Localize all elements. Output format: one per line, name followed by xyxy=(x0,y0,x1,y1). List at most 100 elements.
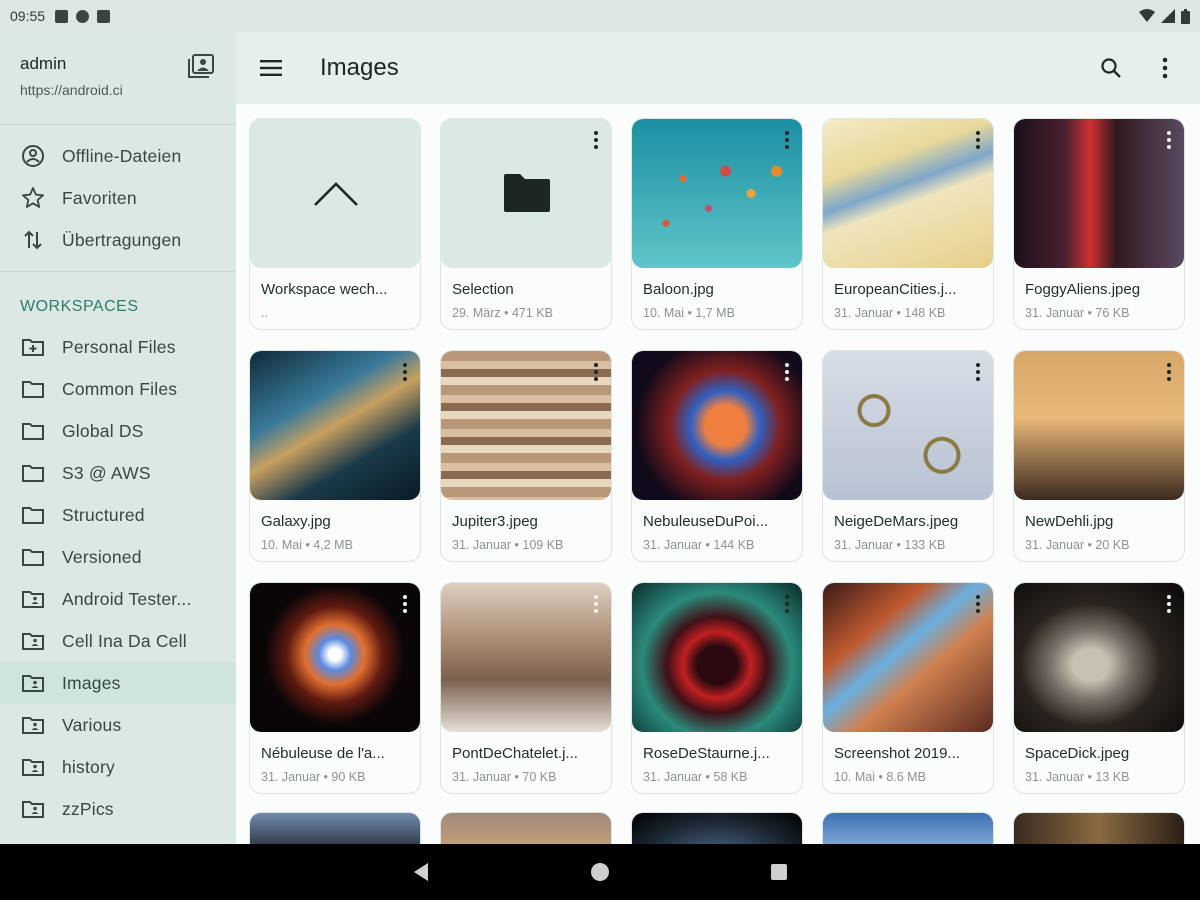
more-options-icon[interactable] xyxy=(969,593,987,615)
file-card[interactable]: EuropeanCities.j... 31. Januar • 148 KB xyxy=(822,118,994,330)
sd-card-icon xyxy=(97,9,111,23)
file-card[interactable]: Nébuleuse de l'a... 31. Januar • 90 KB xyxy=(249,582,421,794)
transfer-icon xyxy=(20,227,46,253)
folder-shared-icon xyxy=(20,712,46,738)
more-options-icon[interactable] xyxy=(1160,129,1178,151)
sidebar-item-workspace[interactable]: Various xyxy=(0,704,236,746)
search-button[interactable] xyxy=(1098,55,1124,81)
file-grid: Workspace wech..... Selection 29. März • 4… xyxy=(249,118,1185,794)
file-card[interactable]: Galaxy.jpg 10. Mai • 4,2 MB xyxy=(249,350,421,562)
file-card-partial[interactable] xyxy=(631,812,803,844)
folder-plus-icon xyxy=(20,334,46,360)
folder-shared-icon xyxy=(20,628,46,654)
more-options-icon[interactable] xyxy=(778,129,796,151)
sidebar-item-label: Structured xyxy=(62,504,145,525)
file-card[interactable]: NewDehli.jpg 31. Januar • 20 KB xyxy=(1013,350,1185,562)
sidebar-item-workspace[interactable]: Personal Files xyxy=(0,326,236,368)
file-name: EuropeanCities.j... xyxy=(834,281,957,298)
file-card-partial[interactable] xyxy=(249,812,421,844)
sidebar-item-workspace[interactable]: Android Tester... xyxy=(0,578,236,620)
home-icon[interactable] xyxy=(590,862,610,882)
divider xyxy=(0,124,236,125)
nav-item-label: Favoriten xyxy=(62,187,137,208)
more-options-icon[interactable] xyxy=(587,129,605,151)
folder-icon xyxy=(20,544,46,570)
file-card[interactable]: Screenshot 2019... 10. Mai • 8.6 MB xyxy=(822,582,994,794)
account-header[interactable]: admin https://android.ci xyxy=(0,32,236,120)
sidebar-item-workspace[interactable]: zzPics xyxy=(0,788,236,830)
more-options-icon[interactable] xyxy=(778,361,796,383)
sidebar-item-workspace[interactable]: Versioned xyxy=(0,536,236,578)
notification-icon xyxy=(55,9,69,23)
nav-top-group: Offline-Dateien Favoriten Übertragungen xyxy=(0,129,236,267)
file-card[interactable]: Jupiter3.jpeg 31. Januar • 109 KB xyxy=(440,350,612,562)
file-name: SpaceDick.jpeg xyxy=(1025,745,1130,762)
more-options-icon[interactable] xyxy=(396,593,414,615)
file-meta: 31. Januar • 133 KB xyxy=(834,538,946,552)
image-thumbnail xyxy=(441,351,611,500)
sidebar-item-workspace[interactable]: Images xyxy=(0,662,236,704)
file-name: NebuleuseDuPoi... xyxy=(643,513,769,530)
file-card[interactable]: RoseDeStaurne.j... 31. Januar • 58 KB xyxy=(631,582,803,794)
divider xyxy=(0,271,236,272)
folder-shared-icon xyxy=(20,796,46,822)
image-thumbnail xyxy=(1014,351,1184,500)
file-card[interactable]: SpaceDick.jpeg 31. Januar • 13 KB xyxy=(1013,582,1185,794)
file-card[interactable]: Baloon.jpg 10. Mai • 1,7 MB xyxy=(631,118,803,330)
file-name: PontDeChatelet.j... xyxy=(452,745,578,762)
file-card[interactable]: NeigeDeMars.jpeg 31. Januar • 133 KB xyxy=(822,350,994,562)
file-meta: 31. Januar • 70 KB xyxy=(452,770,557,784)
switch-account-icon[interactable] xyxy=(188,54,214,78)
folder-shared-icon xyxy=(20,586,46,612)
nav-item-transfers[interactable]: Übertragungen xyxy=(0,219,236,261)
file-card-partial[interactable] xyxy=(440,812,612,844)
file-meta: 10. Mai • 8.6 MB xyxy=(834,770,926,784)
sidebar-item-workspace[interactable]: S3 @ AWS xyxy=(0,452,236,494)
sidebar-item-workspace[interactable]: Cell Ina Da Cell xyxy=(0,620,236,662)
file-card-partial[interactable] xyxy=(1013,812,1185,844)
folder-icon xyxy=(20,460,46,486)
file-meta: .. xyxy=(261,306,268,320)
workspace-list: Personal Files Common Files Global DS S3 @ … xyxy=(0,326,236,830)
file-meta: 31. Januar • 76 KB xyxy=(1025,306,1130,320)
image-thumbnail xyxy=(1014,583,1184,732)
wifi-icon xyxy=(1139,9,1155,22)
sidebar-item-workspace[interactable]: history xyxy=(0,746,236,788)
recents-icon[interactable] xyxy=(770,863,788,881)
more-vert-icon xyxy=(1162,57,1168,79)
more-options-icon[interactable] xyxy=(969,129,987,151)
nav-item-favorites[interactable]: Favoriten xyxy=(0,177,236,219)
file-card-partial[interactable] xyxy=(822,812,994,844)
more-options-icon[interactable] xyxy=(969,361,987,383)
back-icon[interactable] xyxy=(412,862,430,882)
file-card[interactable]: PontDeChatelet.j... 31. Januar • 70 KB xyxy=(440,582,612,794)
menu-button[interactable] xyxy=(256,53,286,83)
hamburger-icon xyxy=(260,60,282,76)
sidebar-item-workspace[interactable]: Common Files xyxy=(0,368,236,410)
status-bar: 09:55 xyxy=(0,0,1200,32)
folder-icon xyxy=(504,174,550,212)
more-options-icon[interactable] xyxy=(778,593,796,615)
folder-icon xyxy=(20,502,46,528)
image-thumbnail xyxy=(823,119,993,268)
parent-folder-card[interactable]: Workspace wech..... xyxy=(249,118,421,330)
image-thumbnail xyxy=(632,119,802,268)
page-title: Images xyxy=(320,54,399,81)
more-options-icon[interactable] xyxy=(587,361,605,383)
file-card[interactable]: NebuleuseDuPoi... 31. Januar • 144 KB xyxy=(631,350,803,562)
folder-card[interactable]: Selection 29. März • 471 KB xyxy=(440,118,612,330)
file-card[interactable]: FoggyAliens.jpeg 31. Januar • 76 KB xyxy=(1013,118,1185,330)
more-options-icon[interactable] xyxy=(587,593,605,615)
overflow-menu-button[interactable] xyxy=(1152,55,1178,81)
battery-icon xyxy=(1181,8,1190,24)
more-options-icon[interactable] xyxy=(1160,593,1178,615)
more-options-icon[interactable] xyxy=(396,361,414,383)
sidebar-item-workspace[interactable]: Structured xyxy=(0,494,236,536)
status-time: 09:55 xyxy=(10,8,46,24)
more-options-icon[interactable] xyxy=(1160,361,1178,383)
sidebar-item-workspace[interactable]: Global DS xyxy=(0,410,236,452)
sidebar-item-label: Various xyxy=(62,714,122,735)
file-meta: 31. Januar • 20 KB xyxy=(1025,538,1130,552)
file-meta: 31. Januar • 144 KB xyxy=(643,538,755,552)
nav-item-offline[interactable]: Offline-Dateien xyxy=(0,135,236,177)
